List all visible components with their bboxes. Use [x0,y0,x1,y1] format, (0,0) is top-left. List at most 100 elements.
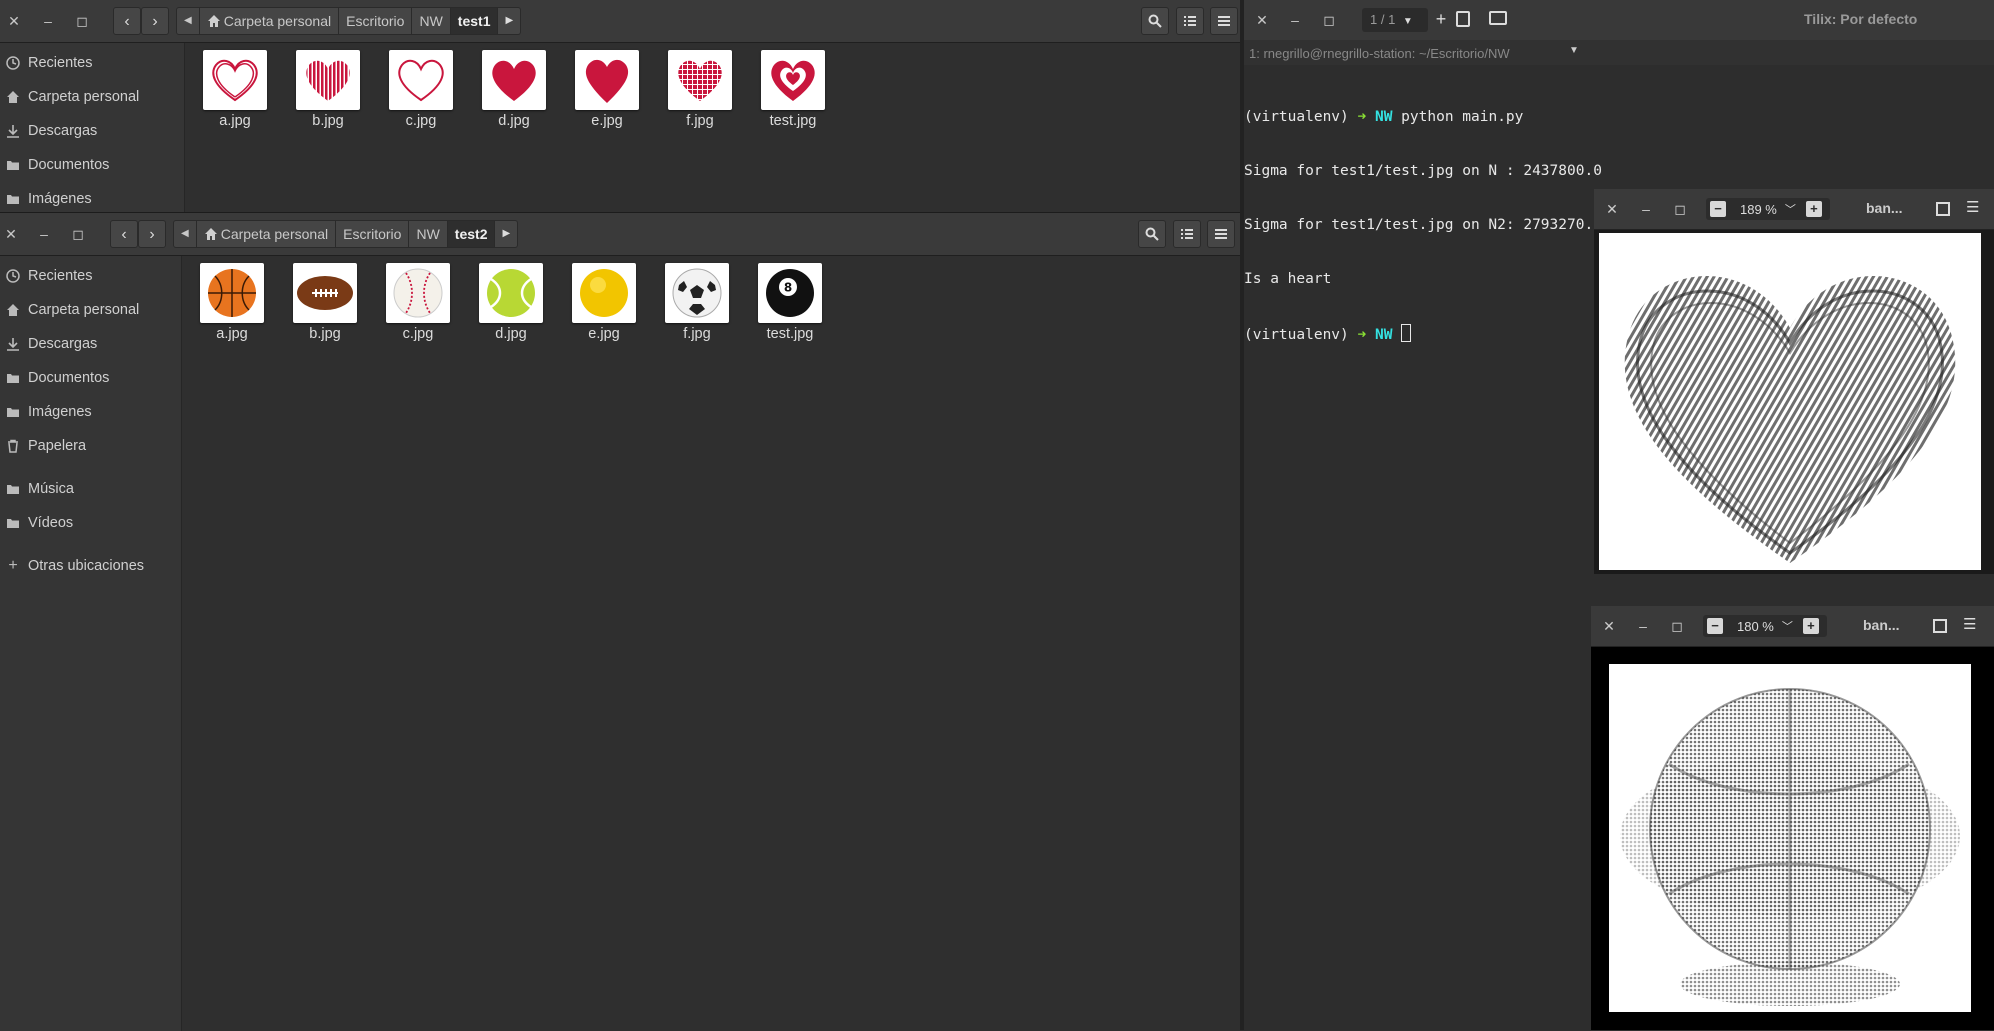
file-name: b.jpg [312,113,344,129]
chevron-down-icon[interactable]: ﹀ [1782,618,1793,634]
breadcrumb-home[interactable]: Carpeta personal [199,7,340,35]
view-list-button[interactable] [1173,220,1201,248]
prompt-env: (virtualenv) [1244,327,1349,343]
minimize-icon[interactable]: – [1284,9,1306,31]
hamburger-icon[interactable]: ☰ [1966,198,1979,216]
close-icon[interactable]: ✕ [1251,9,1273,31]
heart-solid-thumbnail [482,50,546,110]
split-vertical-icon[interactable] [1489,11,1507,25]
download-icon [6,124,20,138]
sidebar-item-documentos[interactable]: Documentos [0,363,184,393]
split-horizontal-icon[interactable] [1456,11,1470,27]
video-folder-icon [6,516,20,530]
hamburger-icon [1218,16,1230,26]
close-icon[interactable]: ✕ [1602,199,1622,219]
sidebar-item-descargas[interactable]: Descargas [0,116,184,146]
breadcrumb-escritorio[interactable]: Escritorio [336,220,410,248]
breadcrumb-current[interactable]: test2 [447,220,496,248]
maximize-icon[interactable]: ◻ [71,10,93,32]
menu-button[interactable] [1207,220,1235,248]
minimize-icon[interactable]: – [1633,616,1653,636]
file-item[interactable]: a.jpg [188,263,276,342]
fullscreen-icon[interactable] [1933,619,1947,633]
image-viewer-ball: ✕ – ◻ − 180 % ﹀ + ban... ☰ [1591,606,1994,1030]
maximize-icon[interactable]: ◻ [1670,199,1690,219]
sidebar-item-recientes[interactable]: Recientes [0,261,184,291]
breadcrumb-current[interactable]: test1 [450,7,499,35]
file-item[interactable]: b.jpg [284,50,372,129]
zoom-in-button[interactable]: + [1802,618,1819,634]
sidebar-item-imagenes[interactable]: Imágenes [0,184,184,212]
sidebar-item-musica[interactable]: Música [0,474,184,504]
breadcrumb-scroll-right[interactable]: ▶ [495,220,519,248]
chevron-down-icon: ▼ [1402,16,1413,27]
back-button[interactable]: ‹ [110,220,138,248]
file-item[interactable]: f.jpg [653,263,741,342]
close-icon[interactable]: ✕ [3,10,25,32]
terminal-output[interactable]: (virtualenv) ➜ NW python main.py Sigma f… [1244,72,1602,380]
minimize-icon[interactable]: – [33,223,55,245]
sidebar-item-papelera[interactable]: Papelera [0,431,184,461]
viewer-headerbar: ✕ – ◻ − 180 % ﹀ + ban... ☰ [1591,606,1994,647]
file-item[interactable]: e.jpg [563,50,651,129]
sidebar-item-carpeta-personal[interactable]: Carpeta personal [0,295,184,325]
add-session-button[interactable]: + [1430,8,1452,32]
search-icon [1148,14,1162,28]
chevron-down-icon[interactable]: ﹀ [1785,201,1796,217]
minimize-icon[interactable]: – [37,10,59,32]
file-item[interactable]: c.jpg [377,50,465,129]
view-list-button[interactable] [1176,7,1204,35]
file-item[interactable]: d.jpg [467,263,555,342]
sidebar-item-descargas[interactable]: Descargas [0,329,184,359]
file-item[interactable]: d.jpg [470,50,558,129]
breadcrumb-nw[interactable]: NW [409,220,448,248]
home-icon [6,90,20,104]
file-item[interactable]: b.jpg [281,263,369,342]
breadcrumb-nw[interactable]: NW [412,7,451,35]
tab-menu-chevron-icon[interactable]: ▼ [1569,45,1579,56]
close-icon[interactable]: ✕ [1599,616,1619,636]
breadcrumb-scroll-left[interactable]: ◀ [176,7,200,35]
sidebar-item-otras-ubicaciones[interactable]: + Otras ubicaciones [0,551,184,581]
search-button[interactable] [1138,220,1166,248]
fullscreen-icon[interactable] [1936,202,1950,216]
back-button[interactable]: ‹ [113,7,141,35]
sidebar-item-label: Recientes [28,268,93,284]
forward-button[interactable]: › [138,220,166,248]
sidebar-item-carpeta-personal[interactable]: Carpeta personal [0,82,184,112]
forward-button[interactable]: › [141,7,169,35]
file-item[interactable]: test.jpg [749,50,837,129]
minimize-icon[interactable]: – [1636,199,1656,219]
prompt-env: (virtualenv) [1244,109,1349,125]
session-selector[interactable]: 1 / 1 ▼ [1362,8,1428,32]
maximize-icon[interactable]: ◻ [1318,9,1340,31]
zoom-out-button[interactable]: − [1707,618,1723,634]
maximize-icon[interactable]: ◻ [67,223,89,245]
headerbar: ✕ – ◻ ‹ › ◀ Carpeta personal Escritorio … [0,0,1243,43]
plus-icon: + [8,557,18,574]
breadcrumb-escritorio[interactable]: Escritorio [339,7,413,35]
hamburger-icon[interactable]: ☰ [1963,615,1976,633]
file-item[interactable]: a.jpg [191,50,279,129]
sidebar-item-documentos[interactable]: Documentos [0,150,184,180]
file-item[interactable]: 8 test.jpg [746,263,834,342]
home-icon [6,303,20,317]
file-manager-test1: ✕ – ◻ ‹ › ◀ Carpeta personal Escritorio … [0,0,1243,212]
breadcrumb-home[interactable]: Carpeta personal [196,220,337,248]
zoom-in-button[interactable]: + [1805,201,1822,217]
sidebar-item-videos[interactable]: Vídeos [0,508,184,538]
close-icon[interactable]: ✕ [0,223,22,245]
maximize-icon[interactable]: ◻ [1667,616,1687,636]
file-item[interactable]: c.jpg [374,263,462,342]
file-item[interactable]: e.jpg [560,263,648,342]
file-item[interactable]: f.jpg [656,50,744,129]
breadcrumb-scroll-left[interactable]: ◀ [173,220,197,248]
search-button[interactable] [1141,7,1169,35]
menu-button[interactable] [1210,7,1238,35]
breadcrumb-scroll-right[interactable]: ▶ [498,7,522,35]
zoom-out-button[interactable]: − [1710,201,1726,217]
sidebar-item-imagenes[interactable]: Imágenes [0,397,184,427]
sidebar-item-recientes[interactable]: Recientes [0,48,184,78]
terminal-tab-title[interactable]: 1: rnegrillo@rnegrillo-station: ~/Escrit… [1249,46,1510,61]
sidebar-item-label: Música [28,481,74,497]
